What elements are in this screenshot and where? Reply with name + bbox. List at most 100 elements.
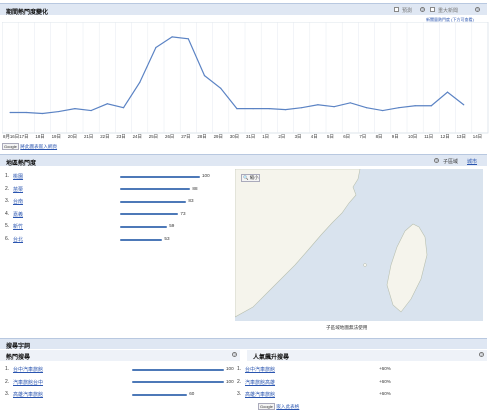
- search-term-link[interactable]: 高雄汽車旅館: [245, 391, 275, 398]
- taiwan-island: [386, 223, 428, 313]
- search-term-link[interactable]: 台中汽車旅館: [245, 366, 275, 373]
- table-embed: Google 嵌入此表格: [258, 403, 299, 410]
- embed-chart-link[interactable]: 將此圖表嵌入網頁: [20, 144, 57, 149]
- google-embed-button[interactable]: Google: [258, 403, 275, 410]
- x-tick-label: 19日: [51, 134, 61, 139]
- value-label: 53: [164, 236, 170, 241]
- search-term-link[interactable]: 台中汽車旅館: [13, 366, 43, 373]
- help-icon[interactable]: ?: [479, 352, 484, 357]
- rank-number: 2.: [237, 378, 242, 385]
- trend-point: [25, 111, 27, 114]
- chart-embed: Google 將此圖表嵌入網頁: [2, 143, 57, 150]
- x-tick-label: 22日: [100, 134, 110, 139]
- top-search-row: 3. 高雄汽車旅館 60: [5, 391, 240, 403]
- region-link[interactable]: 嘉義: [13, 211, 23, 218]
- x-tick-label: 30日: [229, 134, 240, 139]
- value-label: 88: [192, 185, 198, 191]
- value-bar: [132, 393, 188, 396]
- search-terms-title: 搜尋字詞: [6, 344, 31, 350]
- value-bar: [120, 175, 200, 178]
- value-bar: [120, 225, 168, 228]
- rising-searches-header: 人氣飆升搜尋 ?: [247, 350, 487, 361]
- trend-point: [252, 108, 254, 110]
- trend-point: [41, 112, 44, 115]
- top-searches-title: 熱門搜尋: [6, 355, 31, 361]
- region-link[interactable]: 桃園: [13, 173, 23, 180]
- help-icon[interactable]: ?: [475, 7, 480, 12]
- x-tick-label: 2日: [278, 134, 286, 139]
- trend-point: [187, 38, 189, 40]
- news-label: 重大新聞: [438, 8, 459, 14]
- trend-point: [74, 108, 76, 110]
- x-tick-label: 26日: [165, 134, 175, 139]
- value-bar: [120, 188, 191, 191]
- trend-point: [236, 108, 238, 110]
- mainland-landmass: [235, 169, 361, 318]
- embed-table-link[interactable]: 嵌入此表格: [276, 404, 299, 409]
- top-searches-list: 1. 台中汽車旅館 100 2. 汽車旅館台中 100 3. 高雄汽車旅館 60: [5, 366, 240, 406]
- trend-point: [333, 106, 335, 108]
- trend-point: [463, 104, 465, 106]
- x-tick-label: 17日: [19, 134, 29, 139]
- trend-point: [349, 102, 351, 104]
- rank-number: 1.: [5, 366, 10, 372]
- value-bar: [120, 213, 179, 216]
- x-tick-label: 6日: [343, 134, 351, 139]
- rising-search-row: 2. 汽車旅館高雄 +60%: [237, 379, 477, 391]
- trend-point: [301, 107, 303, 109]
- value-label: 100: [226, 378, 234, 384]
- map-caption: 子區域地圖無法使用: [326, 325, 368, 330]
- value-bar: [120, 238, 163, 241]
- region-link[interactable]: 新竹: [13, 223, 23, 230]
- help-icon[interactable]: ?: [232, 352, 237, 357]
- x-tick-label: 23日: [116, 134, 126, 139]
- forecast-checkbox[interactable]: [394, 7, 399, 12]
- map-graphic: [235, 169, 428, 318]
- region-map[interactable]: 🔍 縮小: [235, 169, 483, 321]
- region-row: 4. 嘉義 73: [5, 211, 230, 223]
- rank-number: 1.: [237, 366, 242, 372]
- rank-number: 1.: [5, 173, 10, 179]
- x-tick-label: 7日: [359, 134, 367, 139]
- rank-number: 3.: [5, 391, 10, 397]
- trend-point: [171, 36, 173, 38]
- x-tick-label: 21日: [84, 134, 94, 139]
- trend-point: [284, 109, 287, 111]
- city-link[interactable]: 城市: [467, 158, 477, 165]
- help-icon[interactable]: ?: [420, 7, 425, 12]
- search-term-link[interactable]: 汽車旅館高雄: [245, 379, 275, 386]
- zoom-out-button[interactable]: 🔍 縮小: [241, 174, 261, 182]
- region-list: 1. 桃園 100 2. 苗栗 88 3. 台南 83 4. 嘉義 73 5. 新竹 59 6. 台北 53: [5, 173, 230, 273]
- penghu-island: [363, 263, 367, 267]
- trend-chart: [2, 22, 489, 134]
- help-icon[interactable]: ?: [434, 158, 439, 163]
- value-label: +60%: [379, 391, 391, 396]
- region-link[interactable]: 苗栗: [13, 186, 23, 193]
- search-terms-header: 搜尋字詞: [0, 338, 487, 350]
- value-bar: [132, 381, 224, 383]
- search-term-link[interactable]: 汽車旅館台中: [13, 379, 43, 386]
- rank-number: 2.: [5, 185, 10, 192]
- x-tick-label: 31日: [246, 134, 256, 139]
- x-tick-label: 11日: [424, 134, 434, 139]
- x-tick-label: 20日: [67, 134, 78, 139]
- trend-point: [203, 75, 206, 77]
- rising-searches-title: 人氣飆升搜尋: [253, 355, 290, 361]
- region-link[interactable]: 台北: [13, 236, 23, 243]
- x-tick-label: 8日: [375, 134, 383, 139]
- rank-number: 5.: [5, 223, 10, 230]
- google-embed-button[interactable]: Google: [2, 143, 19, 150]
- x-tick-label: 24日: [132, 134, 142, 139]
- search-term-link[interactable]: 高雄汽車旅館: [13, 391, 43, 398]
- trend-point: [90, 109, 92, 112]
- x-tick-label: 13日: [456, 134, 466, 139]
- value-label: 59: [169, 223, 175, 229]
- x-tick-label: 25日: [148, 134, 159, 139]
- x-tick-label: 9日: [391, 134, 399, 139]
- zoom-out-label: 縮小: [249, 175, 259, 180]
- top-search-row: 1. 台中汽車旅館 100: [5, 366, 240, 378]
- subregion-label: 子區域: [443, 159, 459, 165]
- news-checkbox[interactable]: [430, 7, 435, 12]
- forecast-label: 預測: [402, 8, 413, 14]
- region-link[interactable]: 台南: [13, 198, 23, 205]
